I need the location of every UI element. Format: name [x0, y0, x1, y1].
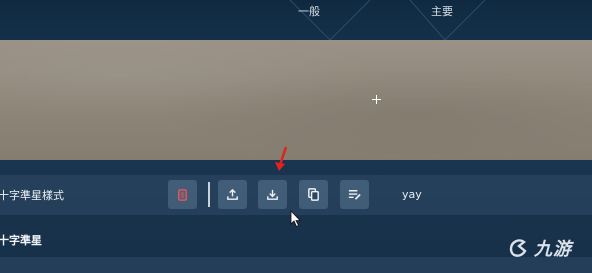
crosshair-icon	[372, 95, 381, 104]
duplicate-profile-button[interactable]	[299, 180, 328, 209]
trash-icon	[178, 189, 187, 201]
mouse-cursor-icon	[290, 210, 301, 228]
annotation-arrow-icon	[275, 146, 288, 171]
delete-profile-button[interactable]	[168, 180, 197, 209]
tab-primary[interactable]: 主要	[431, 3, 453, 19]
crosshair-preview	[0, 40, 592, 160]
copy-icon	[308, 188, 319, 201]
import-profile-button[interactable]	[258, 180, 287, 209]
watermark: 九游	[505, 234, 572, 262]
crosshair-profile-row	[0, 175, 592, 215]
section-title: 十字準星	[0, 234, 42, 247]
tab-general[interactable]: 一般	[298, 3, 320, 19]
next-settings-row	[0, 257, 592, 273]
rename-profile-button[interactable]	[340, 180, 369, 209]
download-icon	[267, 189, 278, 200]
watermark-text: 九游	[534, 239, 572, 260]
tab-bar-decoration	[289, 0, 486, 40]
export-profile-button[interactable]	[218, 180, 247, 209]
watermark-logo-icon	[509, 239, 527, 257]
toolbar-divider	[208, 182, 210, 207]
upload-icon	[227, 188, 238, 200]
crosshair-style-label: 十字準星樣式	[0, 189, 64, 202]
profile-name-field[interactable]: yay	[402, 188, 422, 201]
edit-list-icon	[348, 190, 361, 200]
top-tab-bar: 一般 主要	[0, 0, 592, 40]
